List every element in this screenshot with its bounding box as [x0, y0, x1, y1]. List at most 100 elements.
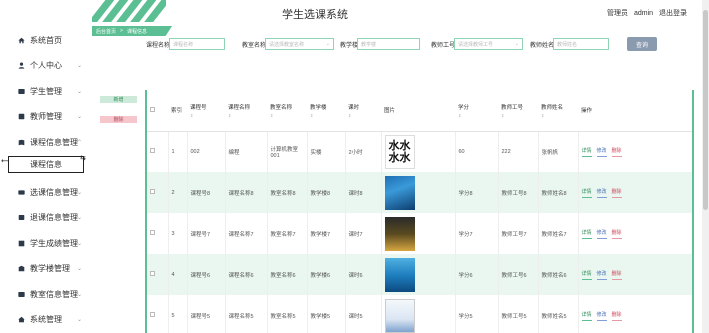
teacher-name-input[interactable]: 教师姓名 [553, 38, 609, 50]
page-scrollbar[interactable] [702, 0, 709, 333]
sidebar-item-system[interactable]: 系统管理 ⌄ [0, 309, 92, 329]
course-image: 水水水水 [384, 134, 415, 169]
sidebar-item-courses[interactable]: 课程信息管理 ⌃ [0, 132, 92, 152]
sidebar-item-teachers[interactable]: 教师管理 ⌄ [0, 106, 92, 126]
header-label: 操作 [581, 108, 593, 115]
scrollbar-thumb[interactable] [703, 10, 708, 210]
chevron-down-icon: ⌄ [76, 316, 82, 323]
edit-button[interactable]: 修改 [596, 147, 607, 157]
cell-index: 5 [168, 295, 188, 333]
delete-button[interactable]: 删除 [611, 147, 622, 157]
detail-button[interactable]: 详情 [581, 270, 592, 280]
header-label: 教师姓名 [541, 104, 564, 111]
teacher-id-select[interactable]: 请选择教师工号 ⌄ [454, 38, 523, 50]
cell-teacher-id: 教师工号7 [498, 213, 539, 254]
sort-icon[interactable]: ⇕ [190, 113, 225, 118]
cell-teacher-id: 教师工号6 [498, 254, 539, 295]
edit-button[interactable]: 修改 [596, 270, 607, 280]
card-icon [17, 188, 25, 196]
sidebar-subitem-course-info[interactable]: 课程信息 [8, 156, 84, 173]
sidebar-item-label: 教室信息管理 [30, 289, 78, 299]
course-image [384, 216, 415, 251]
col-header-credit[interactable]: 学分 ⇕ [455, 90, 498, 132]
teacher-name-label: 教师姓名 [530, 43, 555, 49]
delete-button[interactable]: 删除 [611, 311, 622, 321]
chevron-down-icon: ⌄ [76, 62, 82, 69]
building-input[interactable]: 教学楼 [357, 38, 420, 50]
sort-icon[interactable]: ⇕ [458, 113, 498, 118]
row-checkbox[interactable] [147, 172, 169, 213]
sort-icon[interactable]: ⇕ [501, 113, 538, 118]
detail-button[interactable]: 详情 [581, 188, 592, 198]
delete-button[interactable]: 删除 [611, 270, 622, 280]
cell-credit: 60 [455, 131, 499, 172]
cell-credit: 学分5 [455, 295, 499, 333]
search-button[interactable]: 查询 [627, 37, 657, 51]
cell-room: 教室名称6 [267, 254, 308, 295]
user-role: 管理员 [607, 10, 629, 17]
col-header-teacher-name[interactable]: 教师姓名 ⇕ [538, 90, 578, 132]
cell-teacher-name: 教师姓名8 [538, 172, 579, 213]
sidebar-item-drop[interactable]: 退课信息管理 ⌄ [0, 207, 92, 227]
cell-image [381, 172, 456, 213]
col-header-building[interactable]: 教学楼 ⇕ [307, 90, 345, 132]
chevron-down-icon: ⌄ [76, 214, 82, 221]
cell-building: 教学楼6 [307, 254, 346, 295]
row-checkbox[interactable] [147, 131, 169, 172]
breadcrumb-home[interactable]: 后台首页 [96, 28, 116, 35]
detail-button[interactable]: 详情 [581, 147, 592, 157]
edit-button[interactable]: 修改 [596, 229, 607, 239]
delete-button[interactable]: 删除 [611, 188, 622, 198]
chevron-up-icon: ⌃ [76, 139, 82, 146]
sidebar-item-students[interactable]: 学生管理 ⌄ [0, 81, 92, 101]
sort-icon[interactable]: ⇕ [270, 113, 307, 118]
detail-button[interactable]: 详情 [581, 229, 592, 239]
cell-teacher-name: 张帆帆 [538, 131, 579, 172]
sidebar-item-label: 学生管理 [30, 86, 62, 96]
room-select[interactable]: 请选择教室名称 ⌄ [265, 38, 334, 50]
sidebar-item-label: 教学楼管理 [30, 263, 70, 273]
select-all-checkbox[interactable] [147, 90, 168, 132]
room-select-placeholder: 请选择教室名称 [269, 41, 305, 48]
sidebar-item-grades[interactable]: 学生成绩管理 ⌄ [0, 233, 92, 253]
sidebar-item-profile[interactable]: 个人中心 ⌄ [0, 55, 92, 75]
sidebar-item-enroll[interactable]: 选课信息管理 ⌄ [0, 182, 92, 202]
course-name-input[interactable]: 课程名称 [169, 38, 225, 50]
sort-icon[interactable]: ⇕ [541, 113, 578, 118]
top-header: 学生选课系统 管理员 admin 退出登录 [92, 0, 709, 22]
delete-button[interactable]: 删除 [611, 229, 622, 239]
sidebar-item-home[interactable]: 系统首页 [0, 30, 92, 50]
sort-icon[interactable]: ⇕ [310, 113, 345, 118]
col-header-course-name[interactable]: 课程名称 ⇕ [225, 90, 267, 132]
building-label: 教学楼 [340, 43, 359, 49]
chevron-down-icon: ⌄ [76, 113, 82, 120]
logout-link[interactable]: 退出登录 [659, 10, 687, 17]
chevron-down-icon: ⌄ [76, 240, 82, 247]
col-header-teacher-id[interactable]: 教师工号 ⇕ [498, 90, 538, 132]
col-header-index: 索引 [168, 90, 187, 132]
edit-button[interactable]: 修改 [596, 311, 607, 321]
cell-room: 教室名称7 [267, 213, 308, 254]
detail-button[interactable]: 详情 [581, 311, 592, 321]
row-checkbox[interactable] [147, 254, 169, 295]
cell-course-name: 课程名称8 [225, 172, 268, 213]
cell-image [381, 295, 456, 333]
edit-button[interactable]: 修改 [596, 188, 607, 198]
add-button[interactable]: 新增 [100, 96, 137, 103]
row-checkbox[interactable] [147, 213, 169, 254]
sort-icon[interactable]: ⇕ [228, 113, 267, 118]
cell-image [381, 213, 456, 254]
table-header-row: 索引 课程号 ⇕ 课程名称 ⇕ 教室名称 ⇕ 教学楼 ⇕ 课时 ⇕ 图片 学分 ⇕ 教师工号… [147, 90, 692, 132]
delete-selected-button[interactable]: 删除 [100, 116, 137, 123]
row-checkbox[interactable] [147, 295, 169, 333]
sort-icon[interactable]: ⇕ [348, 113, 381, 118]
cell-index: 3 [168, 213, 188, 254]
col-header-course-no[interactable]: 课程号 ⇕ [187, 90, 225, 132]
cell-teacher-id: 教师工号8 [498, 172, 539, 213]
sidebar-item-classrooms[interactable]: 教室信息管理 ⌄ [0, 284, 92, 304]
col-header-room[interactable]: 教室名称 ⇕ [267, 90, 307, 132]
cell-image [381, 254, 456, 295]
sidebar-item-buildings[interactable]: 教学楼管理 ⌄ [0, 258, 92, 278]
course-image [384, 298, 415, 333]
col-header-hours[interactable]: 课时 ⇕ [345, 90, 381, 132]
